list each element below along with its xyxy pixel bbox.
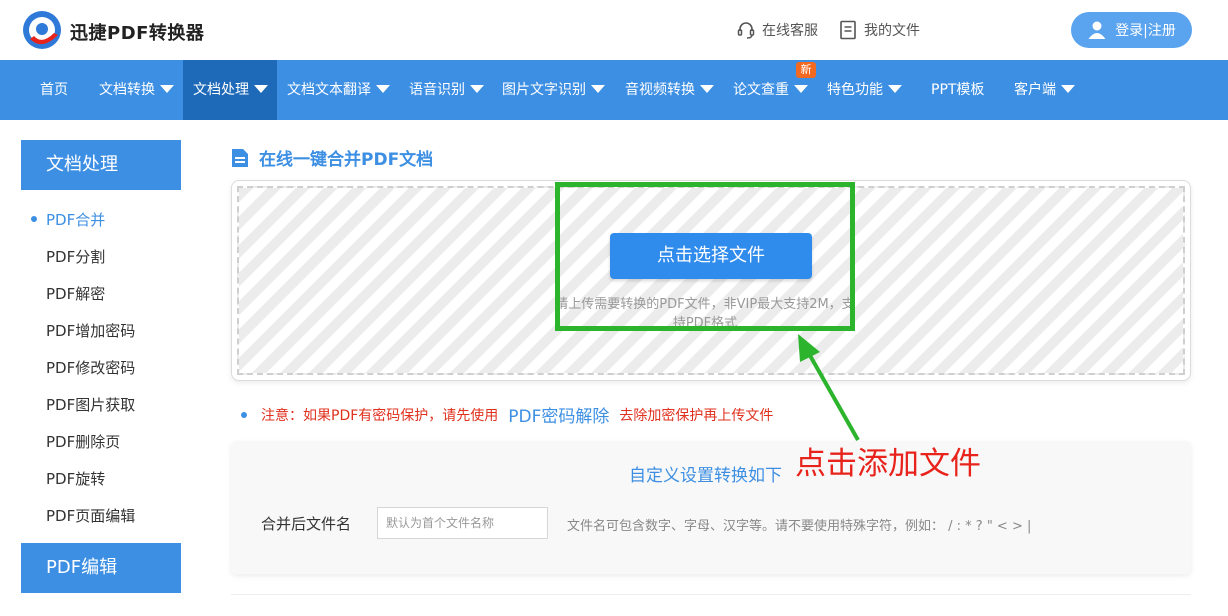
bullet-icon — [241, 411, 247, 418]
filename-help: 文件名可包含数字、字母、汉字等。请不要使用特殊字符，例如： / : * ? " … — [567, 519, 1032, 534]
nav-doc-translate-label: 文档文本翻译 — [287, 82, 371, 98]
nav-speech-recognition[interactable]: 语音识别 — [399, 60, 494, 120]
nav-client-label: 客户端 — [1014, 82, 1056, 98]
nav-doc-process-label: 文档处理 — [193, 82, 249, 98]
sidebar-item-pdf-rotate[interactable]: PDF旋转 — [46, 468, 105, 489]
settings-title: 自定义设置转换如下 — [629, 466, 782, 486]
note-prefix: 注意：如果PDF有密码保护，请先使用 — [261, 407, 499, 424]
sidebar-item-pdf-change-password[interactable]: PDF修改密码 — [46, 357, 135, 378]
document-icon — [232, 148, 248, 167]
nav-special-label: 特色功能 — [827, 82, 883, 98]
callout-text: 点击添加文件 — [795, 446, 981, 482]
login-register-label: 登录|注册 — [1115, 23, 1176, 39]
headset-icon — [737, 22, 755, 39]
sidebar-item-pdf-delete-pages[interactable]: PDF删除页 — [46, 431, 120, 452]
new-badge: 新 — [796, 62, 816, 78]
nav-doc-translate[interactable]: 文档文本翻译 — [277, 60, 400, 120]
password-note: 注意：如果PDF有密码保护，请先使用 PDF密码解除 去除加密保护再上传文件 — [241, 402, 773, 427]
my-files-label: 我的文件 — [864, 23, 920, 39]
note-suffix: 去除加密保护再上传文件 — [619, 407, 774, 424]
nav-doc-convert-label: 文档转换 — [99, 82, 155, 98]
brand-name[interactable]: 迅捷PDF转换器 — [70, 19, 204, 45]
user-icon — [1088, 21, 1106, 39]
main-nav: 首页 文档转换 文档处理 文档文本翻译 语音识别 图片文字识别 音视频转换 论文… — [0, 60, 1228, 120]
header: 迅捷PDF转换器 在线客服 我的文件 登录|注册 — [0, 0, 1228, 60]
highlight-box — [555, 182, 855, 331]
sidebar-section-pdf-edit: PDF编辑 — [21, 543, 181, 593]
sidebar-section-doc-process: 文档处理 — [21, 140, 181, 190]
nav-special-features[interactable]: 特色功能 — [817, 60, 912, 120]
filename-label: 合并后文件名 — [261, 515, 352, 533]
page-title-text: 在线一键合并PDF文档 — [259, 150, 434, 170]
nav-image-ocr-label: 图片文字识别 — [502, 82, 586, 98]
nav-image-ocr[interactable]: 图片文字识别 — [492, 60, 615, 120]
caret-down-icon — [1061, 85, 1075, 93]
caret-down-icon — [254, 85, 268, 93]
caret-down-icon — [700, 85, 714, 93]
bottom-info-panel — [231, 594, 1191, 616]
sidebar-item-pdf-add-password[interactable]: PDF增加密码 — [46, 320, 135, 341]
customer-service-link[interactable]: 在线客服 — [736, 20, 818, 40]
nav-ppt-templates[interactable]: PPT模板 — [921, 60, 994, 120]
nav-paper-check-label: 论文查重 — [733, 82, 789, 98]
caret-down-icon — [376, 85, 390, 93]
sidebar-item-pdf-split[interactable]: PDF分割 — [46, 246, 105, 267]
nav-home[interactable]: 首页 — [30, 60, 78, 120]
login-register-button[interactable]: 登录|注册 — [1071, 12, 1192, 48]
my-files-link[interactable]: 我的文件 — [838, 20, 920, 40]
document-icon — [840, 20, 856, 40]
nav-home-label: 首页 — [40, 82, 68, 98]
sidebar-item-pdf-page-edit[interactable]: PDF页面编辑 — [46, 505, 135, 526]
sidebar-item-pdf-extract-images[interactable]: PDF图片获取 — [46, 394, 135, 415]
filename-input[interactable]: 默认为首个文件名称 — [377, 507, 548, 539]
caret-down-icon — [160, 85, 174, 93]
caret-down-icon — [888, 85, 902, 93]
pdf-password-remove-link[interactable]: PDF密码解除 — [508, 402, 609, 427]
active-bullet-icon — [31, 216, 37, 222]
nav-doc-process[interactable]: 文档处理 — [183, 60, 277, 120]
caret-down-icon — [591, 85, 605, 93]
nav-ppt-label: PPT模板 — [931, 82, 985, 98]
nav-av-convert[interactable]: 音视频转换 — [615, 60, 724, 120]
sidebar-item-pdf-decrypt[interactable]: PDF解密 — [46, 283, 105, 304]
customer-service-label: 在线客服 — [762, 23, 818, 39]
nav-doc-convert[interactable]: 文档转换 — [89, 60, 184, 120]
page-title: 在线一键合并PDF文档 — [231, 145, 433, 170]
nav-av-convert-label: 音视频转换 — [625, 82, 695, 98]
nav-client[interactable]: 客户端 — [1004, 60, 1085, 120]
brand-logo-icon[interactable] — [20, 9, 64, 51]
caret-down-icon — [794, 85, 808, 93]
nav-speech-label: 语音识别 — [409, 82, 465, 98]
caret-down-icon — [470, 85, 484, 93]
sidebar-item-pdf-merge[interactable]: PDF合并 — [46, 209, 105, 230]
